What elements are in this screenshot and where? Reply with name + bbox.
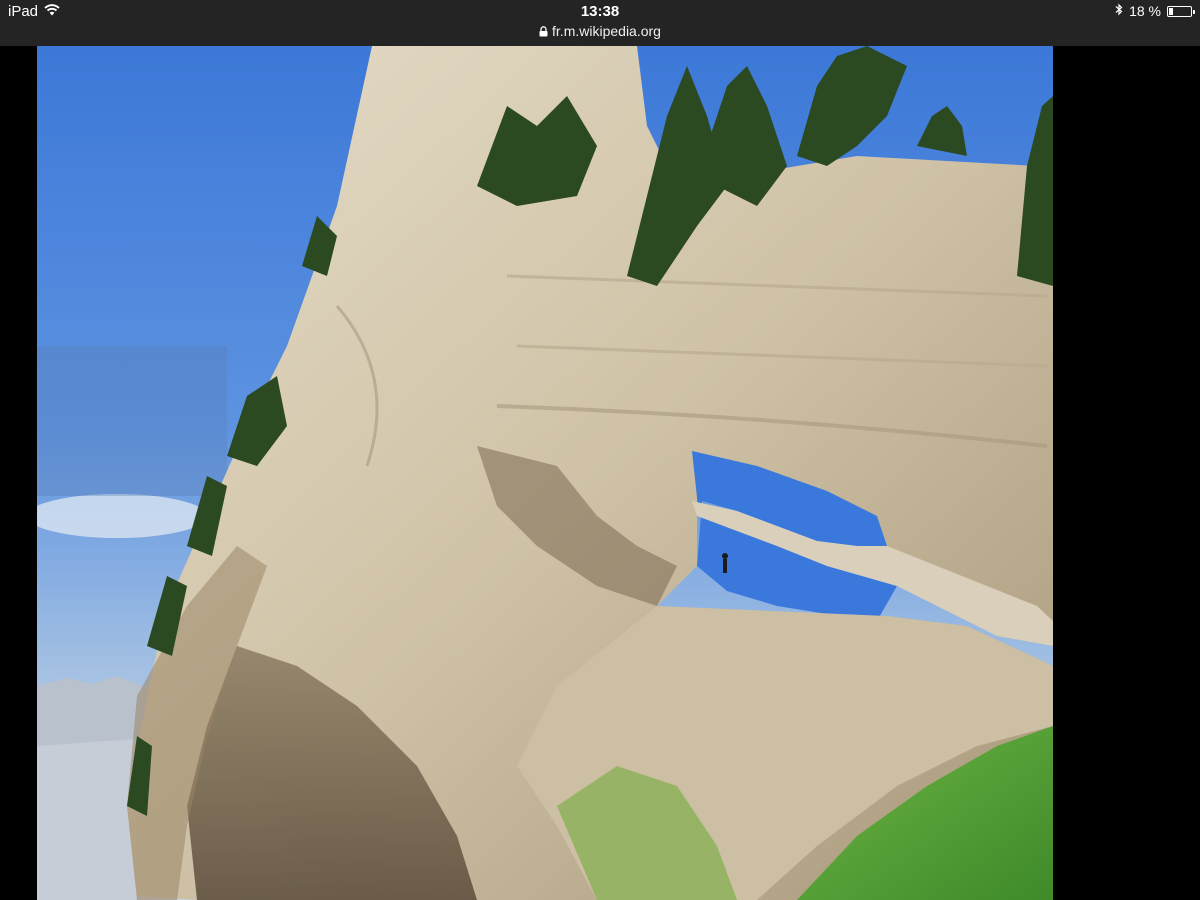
status-bar: iPad 13:38 fr.m.wikipedia.org 18 % — [0, 0, 1200, 46]
lock-icon — [539, 24, 548, 40]
battery-percent: 18 % — [1129, 3, 1161, 19]
arch-photo — [37, 46, 1053, 900]
battery-icon — [1167, 5, 1195, 17]
bluetooth-icon — [1115, 3, 1123, 19]
haze — [37, 346, 227, 496]
address-bar[interactable]: fr.m.wikipedia.org — [0, 23, 1200, 40]
status-right: 18 % — [1115, 3, 1195, 19]
clock: 13:38 — [580, 3, 620, 20]
battery-level — [1169, 7, 1174, 15]
url-text: fr.m.wikipedia.org — [552, 23, 661, 39]
image-viewer[interactable] — [37, 46, 1053, 900]
